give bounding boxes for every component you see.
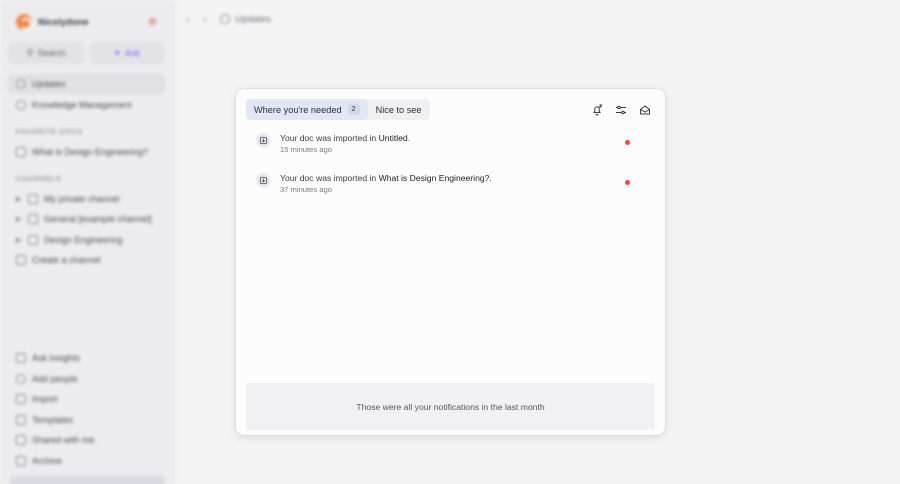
channel-label: My private channel: [44, 193, 120, 204]
lock-icon: [28, 234, 38, 245]
notifications-footer: Those were all your notifications in the…: [246, 383, 655, 430]
breadcrumb: Updates: [220, 13, 271, 25]
search-button[interactable]: ⚲ Search: [8, 42, 85, 64]
forward-icon[interactable]: ›: [203, 14, 206, 25]
sidebar-item-label: Archive: [32, 455, 63, 466]
tab-label: Where you're needed: [254, 104, 342, 115]
workspace-logo: [16, 14, 32, 30]
create-channel-button[interactable]: Create a channel: [8, 250, 165, 270]
channel-label: Design Engineering: [44, 234, 123, 245]
sidebar-item-label: Knowledge Management: [32, 99, 132, 110]
notification-suffix: .: [489, 173, 492, 183]
share-icon: [16, 435, 26, 445]
import-icon: [16, 394, 26, 404]
template-icon: [16, 414, 26, 425]
notification-time: 15 minutes ago: [280, 145, 332, 154]
search-label: Search: [37, 48, 66, 58]
snooze-bell-button[interactable]: [591, 104, 603, 116]
bottom-banner[interactable]: [10, 476, 165, 484]
count-badge: 2: [347, 104, 360, 115]
notification-time: 37 minutes ago: [280, 185, 332, 194]
notifications-panel: Where you're needed 2 Nice to see Your d…: [236, 89, 665, 435]
chevron-right-icon[interactable]: ▶: [16, 236, 22, 244]
favorite-doc-item[interactable]: What is Design Engineering?: [8, 142, 165, 162]
sidebar-item-import[interactable]: Import: [8, 389, 165, 409]
sidebar-item-label: Import: [32, 394, 58, 404]
create-channel-label: Create a channel: [32, 255, 101, 265]
workspace-name: Nicelydone: [38, 16, 89, 28]
import-icon: [256, 173, 271, 188]
notification-text: Your doc was imported in Untitled.: [280, 132, 410, 144]
globe-icon: [16, 99, 26, 110]
clock-icon: [16, 79, 26, 89]
sidebar-item-templates[interactable]: Templates: [8, 410, 165, 430]
notification-item[interactable]: Your doc was imported in Untitled. 15 mi…: [246, 132, 655, 168]
sidebar-item-label: Templates: [32, 414, 74, 425]
sparkle-icon: ✦: [113, 47, 122, 58]
notification-target[interactable]: What is Design Engineering?: [379, 173, 490, 183]
notification-text: Your doc was imported in What is Design …: [280, 172, 492, 184]
sidebar-item-label: Shared with me: [32, 435, 95, 445]
sliders-icon: [616, 105, 626, 114]
unread-dot: [625, 180, 630, 185]
channel-item-general[interactable]: ▶ General [example channel]: [8, 209, 165, 229]
sidebar-item-archive[interactable]: Archive: [8, 451, 165, 471]
favorite-docs-title: FAVORITE DOCS: [16, 128, 84, 136]
breadcrumb-label: Updates: [235, 13, 271, 25]
tab-label: Nice to see: [375, 104, 422, 115]
chevron-right-icon[interactable]: ▶: [16, 195, 22, 203]
hash-icon: [28, 214, 38, 224]
ask-label: Ask: [125, 48, 141, 58]
doc-icon: [16, 146, 26, 157]
channel-item-private[interactable]: ▶ My private channel: [8, 189, 165, 209]
notification-tabs: Where you're needed 2 Nice to see: [246, 99, 430, 120]
sidebar-item-ask-insights[interactable]: Ask insights: [8, 348, 165, 368]
bell-snooze-icon: [593, 104, 603, 115]
channel-label: General [example channel]: [44, 214, 152, 224]
notification-list: Your doc was imported in Untitled. 15 mi…: [246, 132, 655, 208]
bell-icon[interactable]: ⚙: [148, 17, 157, 28]
sidebar-item-label: Ask insights: [32, 353, 81, 363]
search-icon: ⚲: [26, 47, 34, 58]
tab-nice-to-see[interactable]: Nice to see: [368, 99, 430, 120]
notification-prefix: Your doc was imported in: [280, 173, 379, 183]
topbar: ‹ › Updates: [174, 0, 900, 38]
unread-dot: [625, 140, 630, 145]
sidebar-item-add-people[interactable]: Add people: [8, 369, 165, 389]
back-icon[interactable]: ‹: [186, 14, 189, 25]
lock-icon: [28, 193, 38, 204]
chevron-right-icon[interactable]: ▶: [16, 215, 22, 223]
notification-prefix: Your doc was imported in: [280, 133, 379, 143]
tab-where-youre-needed[interactable]: Where you're needed 2: [246, 99, 368, 120]
sidebar-item-knowledge-management[interactable]: Knowledge Management: [8, 95, 165, 115]
plus-icon: [16, 255, 26, 265]
sparkle-icon: [16, 353, 26, 363]
ask-button[interactable]: ✦ Ask: [88, 42, 165, 64]
sidebar-item-label: Add people: [32, 373, 78, 384]
channels-title: CHANNELS: [16, 175, 62, 183]
notification-suffix: .: [407, 133, 411, 143]
inbox-icon: [640, 104, 650, 114]
sidebar-item-shared-with-me[interactable]: Shared with me: [8, 430, 165, 450]
import-icon: [256, 133, 271, 148]
sidebar: Nicelydone ⚙ ⚲ Search ✦ Ask Updates Know…: [0, 0, 174, 484]
panel-header: Where you're needed 2 Nice to see: [246, 99, 655, 120]
filter-settings-button[interactable]: [615, 104, 627, 116]
user-plus-icon: [16, 373, 26, 384]
clock-icon: [220, 14, 231, 24]
mark-all-read-button[interactable]: [639, 104, 651, 116]
sidebar-item-label: Updates: [32, 79, 66, 89]
sidebar-item-updates[interactable]: Updates: [8, 74, 165, 94]
workspace-switcher[interactable]: Nicelydone ⚙: [8, 10, 165, 34]
archive-icon: [16, 455, 26, 466]
favorite-doc-label: What is Design Engineering?: [32, 146, 149, 157]
channel-item-design-engineering[interactable]: ▶ Design Engineering: [8, 230, 165, 250]
notification-target[interactable]: Untitled: [379, 133, 408, 143]
notification-item[interactable]: Your doc was imported in What is Design …: [246, 172, 655, 208]
